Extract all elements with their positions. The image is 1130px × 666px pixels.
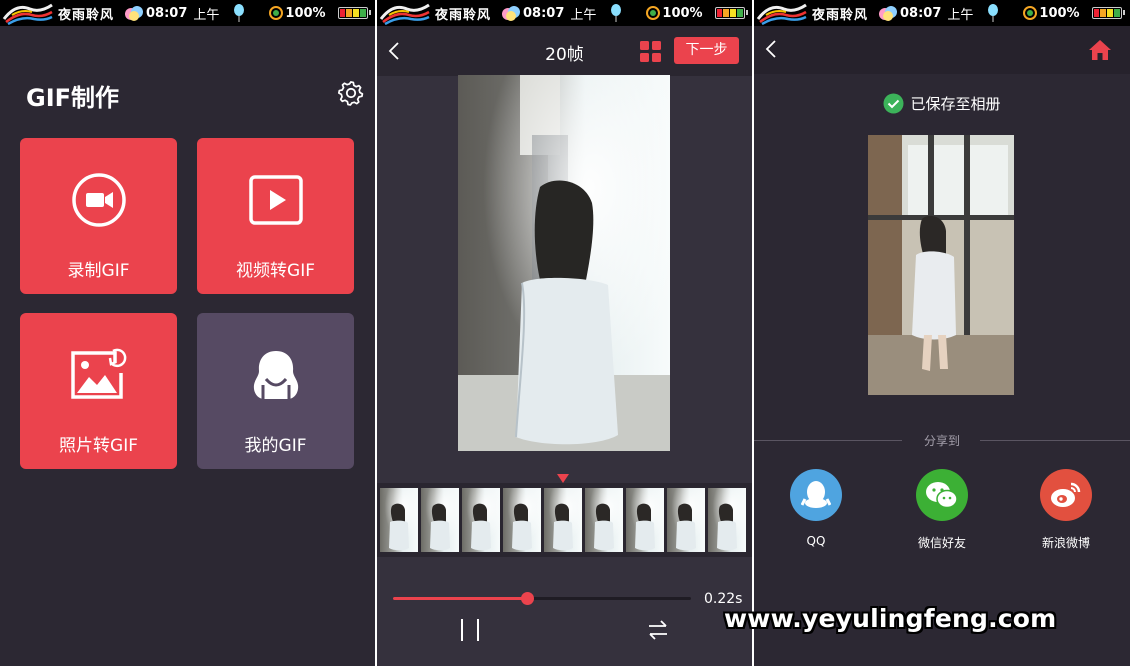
editor-header: 20帧 下一步 <box>377 26 752 76</box>
status-battery-text: 100% <box>662 5 703 21</box>
balloon-icon <box>234 4 245 22</box>
status-battery-text: 100% <box>1039 5 1080 21</box>
check-circle-icon <box>883 93 904 114</box>
share-weibo-button[interactable]: 新浪微博 <box>1021 469 1111 551</box>
eye-protect-icon <box>269 6 284 20</box>
qq-penguin-icon <box>790 469 842 521</box>
wechat-icon <box>916 469 968 521</box>
share-wechat-label: 微信好友 <box>917 536 966 550</box>
tile-label: 录制GIF <box>67 261 130 281</box>
weather-icon <box>125 6 144 21</box>
gif-preview-image <box>458 75 670 451</box>
video-to-gif-button[interactable]: 视频转GIF <box>197 138 354 294</box>
my-gif-button[interactable]: 我的GIF <box>197 313 354 469</box>
balloon-icon <box>611 4 622 22</box>
status-title: 夜雨聆风 <box>812 7 869 23</box>
page-title: GIF制作 <box>26 84 120 112</box>
status-title: 夜雨聆风 <box>435 7 492 23</box>
photo-icon <box>70 348 126 399</box>
status-ampm: 上午 <box>193 7 220 23</box>
saved-notice: 已保存至相册 <box>754 93 1130 114</box>
speed-slider-fill <box>393 597 528 600</box>
frame-thumbnail[interactable] <box>421 488 459 552</box>
tile-label: 视频转GIF <box>236 261 315 281</box>
video-camera-icon <box>71 173 126 227</box>
weather-icon <box>502 6 521 21</box>
status-ampm: 上午 <box>570 7 597 23</box>
share-wechat-button[interactable]: 微信好友 <box>897 469 987 551</box>
person-icon <box>253 351 298 399</box>
photo-to-gif-button[interactable]: 照片转GIF <box>20 313 177 469</box>
eye-protect-icon <box>646 6 661 20</box>
app-logo-icon <box>379 3 430 25</box>
home-screen: 夜雨聆风 08:07 上午 100% GIF制作 录制GIF 视频转GIF 照片… <box>0 0 375 666</box>
play-icon <box>248 175 303 225</box>
saved-text: 已保存至相册 <box>910 95 1001 113</box>
status-bar: 夜雨聆风 08:07 上午 100% <box>754 0 1130 26</box>
status-bar: 夜雨聆风 08:07 上午 100% <box>377 0 752 26</box>
status-time: 08:07 <box>146 5 188 21</box>
battery-icon <box>337 7 371 19</box>
result-header <box>754 26 1130 74</box>
frame-thumbnail[interactable] <box>626 488 664 552</box>
battery-icon <box>714 7 748 19</box>
status-ampm: 上午 <box>947 7 974 23</box>
frame-thumbnail[interactable] <box>708 488 746 552</box>
speed-slider-thumb[interactable] <box>521 592 535 605</box>
frame-thumbnail[interactable] <box>503 488 541 552</box>
battery-icon <box>1091 7 1125 19</box>
result-gif-image <box>868 135 1014 395</box>
home-icon[interactable] <box>1087 38 1113 62</box>
status-battery-text: 100% <box>285 5 326 21</box>
frame-marker <box>557 474 569 483</box>
status-title: 夜雨聆风 <box>58 7 115 23</box>
tile-label: 我的GIF <box>244 436 307 456</box>
record-gif-button[interactable]: 录制GIF <box>20 138 177 294</box>
tile-label: 照片转GIF <box>59 436 138 456</box>
reverse-arrows-icon[interactable] <box>646 618 670 642</box>
pause-button[interactable] <box>461 619 479 641</box>
balloon-icon <box>988 4 999 22</box>
result-screen: 夜雨聆风 08:07 上午 100% 已保存至相册 分享到 QQ 微信好友 新浪… <box>754 0 1130 666</box>
share-qq-button[interactable]: QQ <box>771 469 861 548</box>
frame-thumbnail[interactable] <box>667 488 705 552</box>
share-qq-label: QQ <box>806 534 826 548</box>
app-logo-icon <box>2 3 53 25</box>
status-bar: 夜雨聆风 08:07 上午 100% <box>0 0 375 26</box>
editor-screen: 夜雨聆风 08:07 上午 100% 20帧 下一步 0.22s <box>377 0 752 666</box>
frame-filmstrip[interactable] <box>377 483 752 557</box>
eye-protect-icon <box>1023 6 1038 20</box>
weibo-icon <box>1040 469 1092 521</box>
weather-icon <box>879 6 898 21</box>
speed-slider[interactable] <box>393 592 691 605</box>
frame-thumbnail[interactable] <box>380 488 418 552</box>
back-chevron-icon[interactable] <box>762 39 782 59</box>
status-time: 08:07 <box>523 5 565 21</box>
divider-right <box>980 440 1130 441</box>
next-step-button[interactable]: 下一步 <box>674 37 739 64</box>
share-weibo-label: 新浪微博 <box>1041 536 1090 550</box>
grid-icon[interactable] <box>640 41 661 62</box>
watermark: www.yeyulingfeng.com <box>724 604 1057 633</box>
gear-icon[interactable] <box>338 80 364 106</box>
app-logo-icon <box>756 3 807 25</box>
frame-thumbnail[interactable] <box>462 488 500 552</box>
frame-thumbnail[interactable] <box>585 488 623 552</box>
frame-thumbnail[interactable] <box>544 488 582 552</box>
status-time: 08:07 <box>900 5 942 21</box>
